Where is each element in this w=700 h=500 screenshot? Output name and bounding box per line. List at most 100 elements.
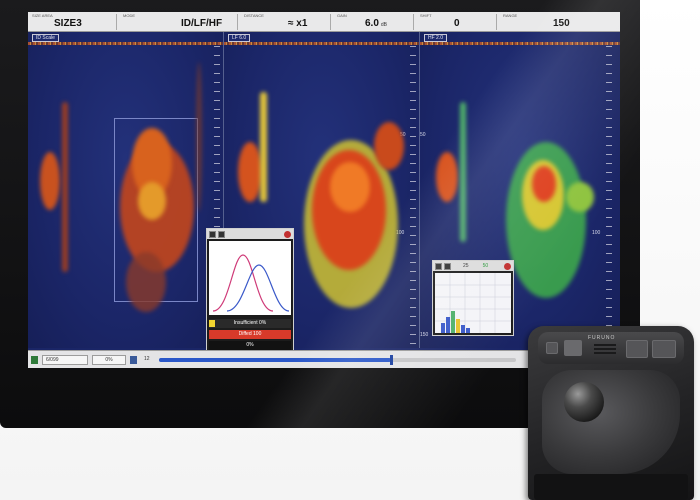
record-icon[interactable] xyxy=(31,355,38,364)
shift-value: 0 xyxy=(454,17,460,29)
gain-unit: dB xyxy=(380,21,388,28)
mode-label: MODE xyxy=(123,12,135,18)
stat-value: 50 xyxy=(482,263,489,269)
depth-scale xyxy=(410,46,416,346)
echo-mark xyxy=(238,142,262,202)
echo-mark xyxy=(260,92,267,202)
histogram-bar xyxy=(461,325,465,333)
status-bar: SIZE AREA SIZE3 MODE ID/LF/HF DISTANCE ≈… xyxy=(28,12,620,32)
divider xyxy=(116,13,117,30)
controller-key-home[interactable] xyxy=(564,340,582,356)
sonar-display: SIZE AREA SIZE3 MODE ID/LF/HF DISTANCE ≈… xyxy=(28,12,620,368)
histogram-popup[interactable]: 25 50 xyxy=(432,260,514,336)
playback-icon[interactable] xyxy=(130,355,137,364)
depth-tick-label: 150 xyxy=(420,332,429,338)
distance-label: DISTANCE xyxy=(244,12,264,18)
controller-base xyxy=(534,474,688,500)
playback-slider-thumb[interactable] xyxy=(390,354,394,365)
size-area-readout[interactable]: SIZE AREA SIZE3 xyxy=(32,13,110,30)
controller-key[interactable] xyxy=(626,340,648,358)
trackball[interactable] xyxy=(564,382,604,422)
shift-label: SHIFT xyxy=(420,12,432,18)
percent-readout[interactable]: 0% xyxy=(92,354,126,365)
size-curve-graphic xyxy=(212,254,290,312)
settings-icon[interactable] xyxy=(218,230,225,238)
size-area-value: SIZE3 xyxy=(54,17,82,29)
window-icon[interactable] xyxy=(209,230,216,238)
pane-tag[interactable]: ID Scale xyxy=(32,34,59,42)
range-readout[interactable]: RANGE 150 xyxy=(503,12,589,30)
curve-diffed xyxy=(226,264,290,312)
histogram-bar xyxy=(466,328,470,333)
divider xyxy=(413,13,414,30)
surface-echo xyxy=(28,42,223,45)
distance-value: ≈ x1 xyxy=(288,17,308,29)
divider xyxy=(330,13,331,30)
histogram-bar xyxy=(451,311,455,333)
range-label: RANGE xyxy=(503,12,518,18)
curve-insufficient xyxy=(212,254,274,312)
echogram-pane-id[interactable]: ID Scale xyxy=(28,32,224,348)
gain-label: GAIN xyxy=(337,12,347,18)
echo-mark xyxy=(436,152,458,202)
size-distribution-popup[interactable]: Insufficient 0% Diffed 100 0% xyxy=(206,228,294,354)
speaker-grille xyxy=(594,348,616,350)
frame-number: 12 xyxy=(144,355,150,362)
echo-mark xyxy=(566,182,594,212)
echogram-panes: ID Scale LF 6.0 50 100 HF 2.0 50 100 150… xyxy=(28,32,620,354)
trackball-bowl xyxy=(542,370,680,474)
mode-readout[interactable]: MODE ID/LF/HF xyxy=(123,12,231,30)
shift-readout[interactable]: SHIFT 0 xyxy=(420,12,490,30)
echo-mark xyxy=(196,62,202,212)
pane-tag[interactable]: HF 2.0 xyxy=(424,34,448,42)
echo-mark xyxy=(330,162,370,212)
divider xyxy=(496,13,497,30)
controller-top-panel: FURUNO xyxy=(538,332,684,364)
histogram-bar xyxy=(446,317,450,333)
popup-header: 25 50 xyxy=(433,261,513,271)
surface-echo xyxy=(420,42,620,45)
popup-header xyxy=(207,229,293,239)
surface-echo xyxy=(224,42,419,45)
trackball-controller: FURUNO xyxy=(528,326,694,500)
stat-value: 25 xyxy=(463,263,469,269)
echo-mark xyxy=(138,182,166,220)
speaker-grille xyxy=(594,352,616,354)
controller-key[interactable] xyxy=(652,340,676,358)
depth-tick-label: 100 xyxy=(592,230,601,236)
window-icon[interactable] xyxy=(435,262,442,270)
close-icon[interactable] xyxy=(504,262,511,270)
close-icon[interactable] xyxy=(284,230,291,238)
histogram-plot xyxy=(435,273,511,333)
product-photo: SIZE AREA SIZE3 MODE ID/LF/HF DISTANCE ≈… xyxy=(0,0,700,500)
legend-row-other[interactable]: 0% xyxy=(209,341,291,350)
mode-value: ID/LF/HF xyxy=(181,17,223,29)
legend-text: Insufficient 0% xyxy=(233,320,267,326)
gain-value: 6.0 xyxy=(365,17,379,29)
size-curve-plot xyxy=(209,241,291,315)
pane-tag[interactable]: LF 6.0 xyxy=(228,34,251,42)
distance-readout[interactable]: DISTANCE ≈ x1 xyxy=(244,12,324,30)
histogram-bar xyxy=(441,323,445,333)
legend-row-diffed[interactable]: Diffed 100 xyxy=(209,330,291,339)
legend-row-insufficient[interactable]: Insufficient 0% xyxy=(209,319,291,328)
settings-icon[interactable] xyxy=(444,262,451,270)
histogram-bar xyxy=(456,319,460,333)
legend-text: 0% xyxy=(246,342,254,348)
echo-mark xyxy=(126,252,166,312)
echo-mark xyxy=(374,122,404,170)
position-readout[interactable]: 6/099 xyxy=(42,354,88,365)
echo-mark xyxy=(532,166,556,202)
legend-swatch xyxy=(209,320,215,327)
range-value: 150 xyxy=(553,17,570,29)
echo-mark xyxy=(460,102,466,242)
playback-progress xyxy=(159,357,392,362)
echo-mark xyxy=(62,102,68,272)
gain-readout[interactable]: GAIN 6.0 dB xyxy=(337,12,407,30)
playback-slider[interactable] xyxy=(159,354,516,365)
controller-key[interactable] xyxy=(546,342,558,354)
histogram-graphic xyxy=(435,273,511,333)
brand-logo: FURUNO xyxy=(588,335,616,341)
echo-mark xyxy=(40,152,60,210)
depth-scale xyxy=(606,46,612,346)
